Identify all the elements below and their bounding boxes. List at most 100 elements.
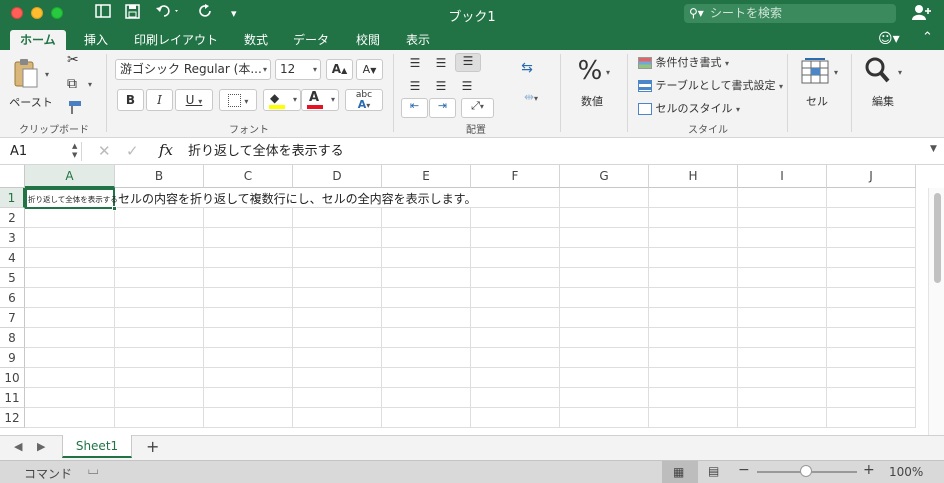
cell-a5[interactable] <box>25 268 115 288</box>
cell-e10[interactable] <box>382 368 471 388</box>
align-right-icon[interactable]: ☰ <box>455 79 479 93</box>
fill-color-button[interactable]: ◆ ▾ <box>263 89 301 111</box>
cell-e9[interactable] <box>382 348 471 368</box>
copy-icon[interactable]: ⧉ <box>67 76 77 92</box>
worksheet-grid[interactable]: ABCDEFGHIJ 1 2 3 4 5 6 7 8 9 10 11 12 折り返して全体を表示する … <box>0 165 944 435</box>
cell-e6[interactable] <box>382 288 471 308</box>
zoom-out-button[interactable]: − <box>738 462 750 478</box>
increase-font-size-button[interactable]: A▲ <box>326 59 353 80</box>
cell-c2[interactable] <box>204 208 293 228</box>
formula-input[interactable]: 折り返して全体を表示する <box>188 142 344 161</box>
cell-b3[interactable] <box>115 228 204 248</box>
cell-e11[interactable] <box>382 388 471 408</box>
cell-e12[interactable] <box>382 408 471 428</box>
cell-d3[interactable] <box>293 228 382 248</box>
selected-cell-a1[interactable]: 折り返して全体を表示する <box>25 188 118 209</box>
format-painter-icon[interactable] <box>66 100 82 119</box>
cell-i8[interactable] <box>738 328 827 348</box>
cell-f3[interactable] <box>471 228 560 248</box>
copy-dropdown-icon[interactable]: ▾ <box>88 80 92 89</box>
collapse-ribbon-icon[interactable]: ⌃ <box>922 28 933 48</box>
bold-button[interactable]: B <box>117 89 144 111</box>
cell-f2[interactable] <box>471 208 560 228</box>
cell-d6[interactable] <box>293 288 382 308</box>
cell-f9[interactable] <box>471 348 560 368</box>
smiley-feedback-icon[interactable]: ☺▾ <box>878 29 900 49</box>
cell-f8[interactable] <box>471 328 560 348</box>
phonetic-guide-button[interactable]: abc A▾ <box>345 89 383 111</box>
cell-c4[interactable] <box>204 248 293 268</box>
row-header-11[interactable]: 11 <box>0 388 25 408</box>
zoom-level[interactable]: 100% <box>889 465 923 479</box>
cell-d2[interactable] <box>293 208 382 228</box>
cell-i9[interactable] <box>738 348 827 368</box>
search-sheet-input[interactable]: ⚲▾ シートを検索 <box>684 4 896 23</box>
italic-button[interactable]: I <box>146 89 173 111</box>
cell-h4[interactable] <box>649 248 738 268</box>
conditional-formatting-button[interactable]: 条件付き書式 ▾ <box>638 54 729 70</box>
cell-h8[interactable] <box>649 328 738 348</box>
zoom-slider-handle[interactable] <box>800 465 812 477</box>
cell-i7[interactable] <box>738 308 827 328</box>
insert-function-button[interactable]: fx <box>159 141 173 159</box>
decrease-indent-icon[interactable]: ⇤ <box>401 98 428 118</box>
cell-c3[interactable] <box>204 228 293 248</box>
macro-record-icon[interactable]: ⌴ <box>88 463 98 478</box>
paste-icon[interactable] <box>12 58 40 90</box>
cell-h6[interactable] <box>649 288 738 308</box>
cell-a7[interactable] <box>25 308 115 328</box>
cell-styles-button[interactable]: セルのスタイル ▾ <box>638 100 740 116</box>
cell-a4[interactable] <box>25 248 115 268</box>
tab-insert[interactable]: 挿入 <box>74 30 118 50</box>
wrap-text-icon[interactable]: ⇆ <box>514 60 540 76</box>
cell-e2[interactable] <box>382 208 471 228</box>
cells-dropdown-icon[interactable]: ▾ <box>834 68 838 77</box>
cell-g11[interactable] <box>560 388 649 408</box>
cell-g8[interactable] <box>560 328 649 348</box>
row-header-12[interactable]: 12 <box>0 408 25 428</box>
cell-h5[interactable] <box>649 268 738 288</box>
cell-g4[interactable] <box>560 248 649 268</box>
add-sheet-button[interactable]: + <box>146 437 159 456</box>
cell-h3[interactable] <box>649 228 738 248</box>
cell-c8[interactable] <box>204 328 293 348</box>
column-header-a[interactable]: A <box>25 165 115 188</box>
column-header-i[interactable]: I <box>738 165 827 188</box>
fill-handle[interactable] <box>112 206 117 211</box>
cell-c5[interactable] <box>204 268 293 288</box>
cell-h10[interactable] <box>649 368 738 388</box>
vertical-scrollbar[interactable] <box>928 188 944 435</box>
cell-i1[interactable] <box>738 188 827 208</box>
cell-a10[interactable] <box>25 368 115 388</box>
tab-view[interactable]: 表示 <box>396 30 440 50</box>
align-center-icon[interactable]: ☰ <box>429 79 453 93</box>
cell-j2[interactable] <box>827 208 916 228</box>
column-header-c[interactable]: C <box>204 165 293 188</box>
cell-c7[interactable] <box>204 308 293 328</box>
cell-d5[interactable] <box>293 268 382 288</box>
tab-formulas[interactable]: 数式 <box>234 30 278 50</box>
tab-home[interactable]: ホーム <box>10 30 66 50</box>
cell-a6[interactable] <box>25 288 115 308</box>
expand-formula-icon[interactable]: ▼ <box>930 144 937 154</box>
cell-a12[interactable] <box>25 408 115 428</box>
cell-j5[interactable] <box>827 268 916 288</box>
font-name-select[interactable]: 游ゴシック Regular (本... ▾ <box>115 59 271 80</box>
cell-g9[interactable] <box>560 348 649 368</box>
cell-b6[interactable] <box>115 288 204 308</box>
row-header-5[interactable]: 5 <box>0 268 25 288</box>
cell-f5[interactable] <box>471 268 560 288</box>
cell-a2[interactable] <box>25 208 115 228</box>
cell-j7[interactable] <box>827 308 916 328</box>
paste-dropdown-icon[interactable]: ▾ <box>45 70 49 79</box>
cell-c11[interactable] <box>204 388 293 408</box>
cell-h1[interactable] <box>649 188 738 208</box>
cell-b8[interactable] <box>115 328 204 348</box>
cell-e7[interactable] <box>382 308 471 328</box>
cell-g2[interactable] <box>560 208 649 228</box>
cancel-icon[interactable]: ✕ <box>98 142 111 160</box>
cells-icon[interactable] <box>800 58 830 87</box>
cell-f12[interactable] <box>471 408 560 428</box>
cell-d10[interactable] <box>293 368 382 388</box>
cell-f1[interactable] <box>471 188 560 208</box>
